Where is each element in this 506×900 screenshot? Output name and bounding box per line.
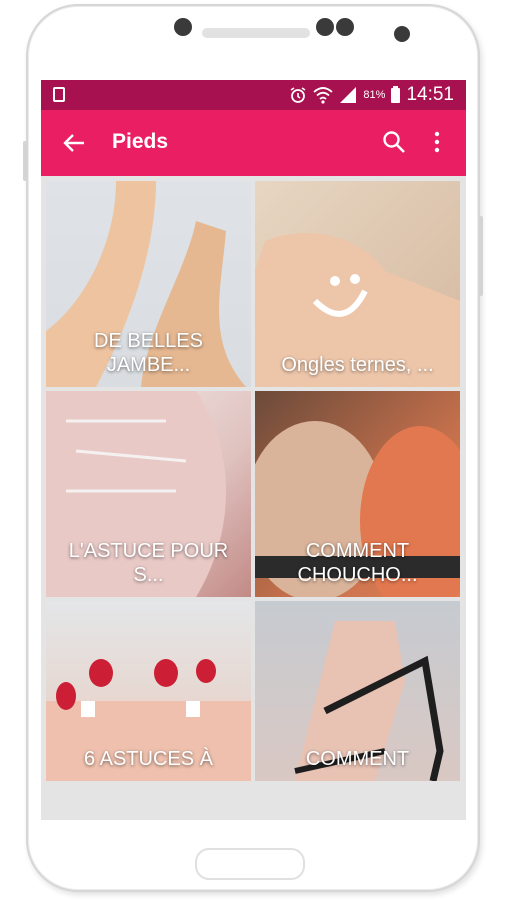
tile-caption: 6 ASTUCES À	[84, 748, 213, 770]
tile-caption: L'ASTUCE POUR S...	[68, 540, 229, 586]
speaker-grille	[202, 28, 310, 38]
back-button[interactable]	[59, 128, 89, 158]
article-tile[interactable]: COMMENT	[255, 601, 460, 781]
article-tile[interactable]: 6 ASTUCES À	[46, 601, 251, 781]
home-button[interactable]	[195, 848, 305, 880]
wifi-icon	[313, 87, 334, 104]
tile-caption: DE BELLES JAMBE...	[94, 330, 203, 376]
status-time: 14:51	[406, 84, 454, 105]
page-title: Pieds	[112, 130, 169, 153]
tile-caption: COMMENT CHOUCHO...	[297, 540, 418, 586]
article-grid: DE BELLES JAMBE... Ongles ternes, ... L'…	[46, 181, 462, 781]
overflow-menu-button[interactable]	[425, 129, 449, 159]
article-tile[interactable]: L'ASTUCE POUR S...	[46, 391, 251, 597]
article-tile[interactable]: Ongles ternes, ...	[255, 181, 460, 387]
article-tile[interactable]: COMMENT CHOUCHO...	[255, 391, 460, 597]
app-screen: 81% 14:51 Pieds DE BELLES JAMBE... Ongle…	[41, 80, 466, 820]
camera-dot	[174, 18, 192, 36]
battery-icon	[391, 85, 401, 103]
search-button[interactable]	[381, 129, 411, 159]
more-vert-icon	[434, 131, 440, 153]
alarm-icon	[290, 87, 306, 103]
tile-caption: Ongles ternes, ...	[281, 354, 434, 376]
side-button-left	[23, 141, 27, 181]
status-bar: 81% 14:51	[41, 80, 466, 110]
front-camera	[394, 26, 410, 42]
arrow-left-icon	[63, 134, 84, 152]
notification-icon	[53, 87, 65, 102]
status-right: 81% 14:51	[289, 80, 454, 110]
sensor-dot	[316, 18, 334, 36]
battery-percentage: 81%	[363, 89, 386, 101]
signal-icon	[340, 87, 357, 103]
app-bar: Pieds	[41, 110, 466, 176]
tile-caption: COMMENT	[305, 748, 410, 770]
search-icon	[383, 131, 405, 153]
side-button-right	[479, 216, 483, 296]
article-tile[interactable]: DE BELLES JAMBE...	[46, 181, 251, 387]
sensor-dot-2	[336, 18, 354, 36]
